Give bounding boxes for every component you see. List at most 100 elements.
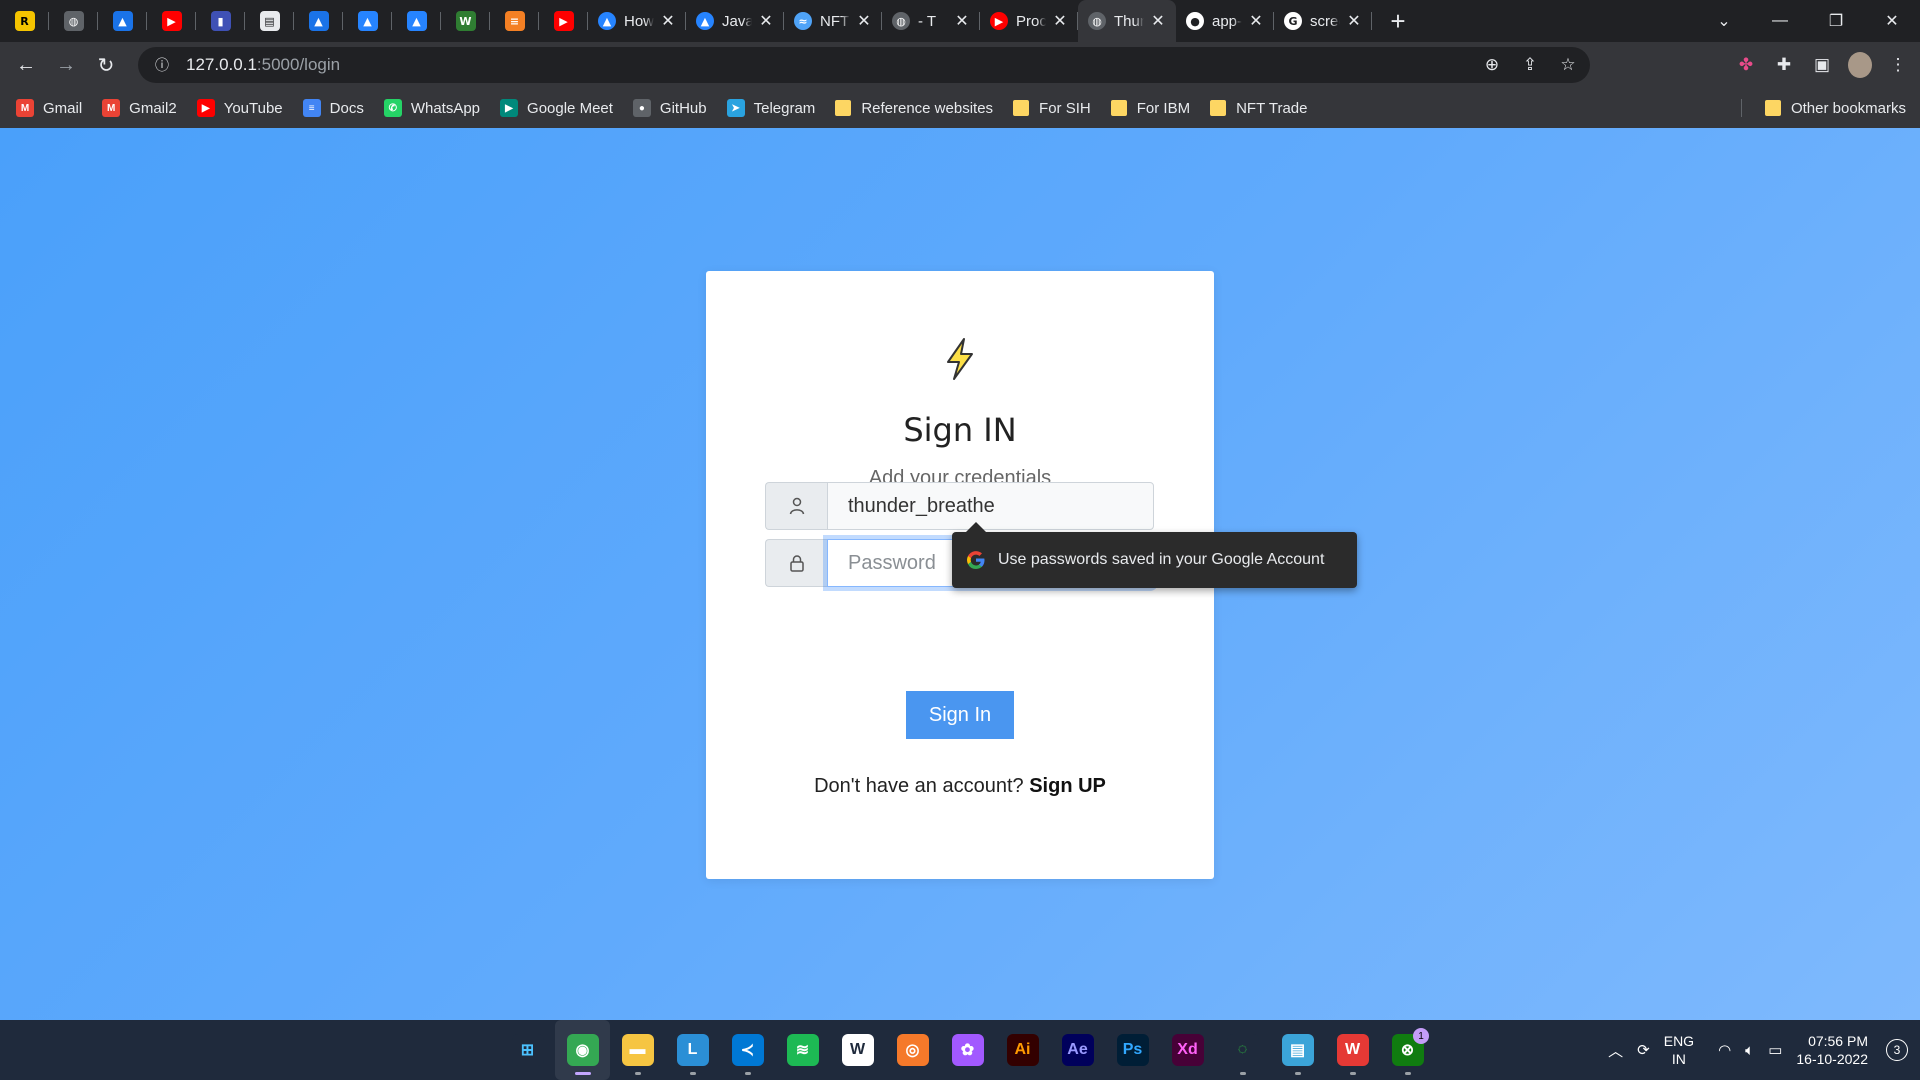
taskbar-app[interactable]: Ai [995, 1020, 1050, 1080]
pinned-tab[interactable]: ▲ [343, 0, 392, 42]
clock[interactable]: 07:56 PM 16-10-2022 [1796, 1032, 1868, 1068]
new-tab-button[interactable]: + [1380, 0, 1416, 42]
pinned-tab[interactable]: W [441, 0, 490, 42]
forward-button[interactable]: → [46, 45, 86, 85]
extension-icon[interactable]: ✤ [1734, 53, 1758, 77]
close-tab-icon[interactable]: ✕ [1248, 11, 1264, 31]
extensions-puzzle-icon[interactable]: ✚ [1772, 53, 1796, 77]
close-tab-icon[interactable]: ✕ [1150, 11, 1166, 31]
url-path: :5000/login [256, 55, 341, 74]
chart-icon: ▮ [210, 11, 231, 31]
taskbar-app[interactable]: W [830, 1020, 885, 1080]
other-bookmarks-folder[interactable]: Other bookmarks [1740, 88, 1906, 128]
menu-kebab-icon[interactable]: ⋮ [1886, 53, 1910, 77]
taskbar-app[interactable]: ▬ [610, 1020, 665, 1080]
pinned-tab[interactable]: ▲ [98, 0, 147, 42]
taskbar-app[interactable]: ◌ [1215, 1020, 1270, 1080]
taskbar-app[interactable]: Xd [1160, 1020, 1215, 1080]
chrome-icon: ◉ [566, 1034, 599, 1066]
pinned-tab[interactable]: ▶ [539, 0, 588, 42]
restore-button[interactable]: ❐ [1808, 0, 1864, 42]
profile-avatar[interactable] [1848, 52, 1872, 78]
browser-tab[interactable]: Gscreen ✕ [1274, 0, 1372, 42]
notification-count[interactable]: 3 [1886, 1039, 1908, 1061]
close-tab-icon[interactable]: ✕ [1052, 11, 1068, 31]
taskbar-app[interactable]: ◎ [885, 1020, 940, 1080]
bookmark-folder[interactable]: Reference websites [835, 100, 993, 117]
url-text[interactable]: 127.0.0.1:5000/login [186, 55, 340, 75]
browser-tab[interactable]: ▲ How to ✕ [588, 0, 686, 42]
bookmark-item[interactable]: ✆ WhatsApp [383, 99, 480, 117]
close-tab-icon[interactable]: ✕ [856, 11, 872, 31]
tab-title: How to [624, 12, 654, 30]
tab-title: screen [1310, 12, 1340, 30]
sign-in-button[interactable]: Sign In [906, 691, 1014, 739]
chevron-up-icon[interactable]: ︿ [1608, 1040, 1623, 1061]
pinned-tab[interactable]: ≡ [490, 0, 539, 42]
taskbar-app[interactable]: ⊗ 1 [1380, 1020, 1435, 1080]
address-bar[interactable]: ⓘ 127.0.0.1:5000/login ⊕ ⇪ ☆ [138, 47, 1590, 83]
browser-tab[interactable]: ▶ Procec ✕ [980, 0, 1078, 42]
browser-tab[interactable]: ≈ NFT Sa ✕ [784, 0, 882, 42]
close-tab-icon[interactable]: ✕ [660, 11, 676, 31]
taskbar-app[interactable]: ▤ [1270, 1020, 1325, 1080]
battery-icon[interactable]: ▭ [1768, 1041, 1782, 1059]
taskbar-app[interactable]: ✿ [940, 1020, 995, 1080]
window-controls: ⌄ — ❐ ✕ [1696, 0, 1920, 42]
sign-up-link[interactable]: Sign UP [1029, 775, 1106, 797]
bookmark-folder[interactable]: For SIH [1013, 100, 1091, 117]
bookmark-folder[interactable]: NFT Trade [1210, 100, 1308, 117]
pinned-tab[interactable]: ▮ [196, 0, 245, 42]
pinned-tab[interactable]: ◍ [49, 0, 98, 42]
bookmark-folder[interactable]: For IBM [1110, 100, 1190, 117]
browser-tab[interactable]: ▲ JavaSc ✕ [686, 0, 784, 42]
taskbar-app[interactable]: Ae [1050, 1020, 1105, 1080]
browser-tab[interactable]: ◍ Thund ✕ [1078, 0, 1176, 42]
taskbar-app[interactable]: W [1325, 1020, 1380, 1080]
password-manager-tooltip[interactable]: Use passwords saved in your Google Accou… [952, 522, 1357, 588]
bookmark-item[interactable]: ≡ Docs [302, 99, 364, 117]
tab-search-icon[interactable]: ⌄ [1696, 0, 1752, 42]
side-panel-icon[interactable]: ▣ [1810, 53, 1834, 77]
bookmark-star-icon[interactable]: ☆ [1556, 53, 1580, 77]
pinned-tab[interactable]: ▲ [294, 0, 343, 42]
bookmark-item[interactable]: ▶ YouTube [196, 99, 283, 117]
pinned-tab[interactable]: R [0, 0, 49, 42]
back-button[interactable]: ← [6, 45, 46, 85]
username-input[interactable] [827, 482, 1154, 530]
close-tab-icon[interactable]: ✕ [1346, 11, 1362, 31]
reload-button[interactable]: ↻ [86, 45, 126, 85]
taskbar-app[interactable]: ⊞ [500, 1020, 555, 1080]
zoom-icon[interactable]: ⊕ [1480, 53, 1504, 77]
minimize-button[interactable]: — [1752, 0, 1808, 42]
close-window-button[interactable]: ✕ [1864, 0, 1920, 42]
pinned-tab[interactable]: ▶ [147, 0, 196, 42]
taskbar-app[interactable]: Ps [1105, 1020, 1160, 1080]
volume-icon[interactable]: 🔈︎ [1745, 1042, 1754, 1059]
bookmark-item[interactable]: ▶ Google Meet [500, 99, 613, 117]
bookmark-item[interactable]: ➤ Telegram [726, 99, 815, 117]
site-info-icon[interactable]: ⓘ [150, 53, 174, 77]
close-tab-icon[interactable]: ✕ [954, 11, 970, 31]
atlassian-icon: ▲ [357, 11, 378, 31]
bookmark-item[interactable]: ● GitHub [632, 99, 707, 117]
pinned-tab[interactable]: ▲ [392, 0, 441, 42]
pinned-tab[interactable]: ▤ [245, 0, 294, 42]
close-tab-icon[interactable]: ✕ [758, 11, 774, 31]
wifi-icon[interactable]: ◠ [1718, 1041, 1731, 1059]
language-indicator[interactable]: ENG IN [1664, 1032, 1694, 1068]
lock-icon [765, 539, 827, 587]
browser-tab[interactable]: ◍ - T ✕ [882, 0, 980, 42]
loader-icon: ◌ [1226, 1034, 1259, 1066]
browser-tab[interactable]: ● app-g ✕ [1176, 0, 1274, 42]
taskbar-app[interactable]: ◉ [555, 1020, 610, 1080]
share-icon[interactable]: ⇪ [1518, 53, 1542, 77]
app-badge: 1 [1413, 1028, 1429, 1044]
taskbar-app[interactable]: ≋ [775, 1020, 830, 1080]
bookmark-item[interactable]: M Gmail [16, 99, 82, 117]
taskbar-app[interactable]: ≺ [720, 1020, 775, 1080]
taskbar-app[interactable]: L [665, 1020, 720, 1080]
bookmark-item[interactable]: M Gmail2 [102, 99, 177, 117]
sync-icon[interactable]: ⟳ [1637, 1041, 1650, 1059]
tab-title: Procec [1016, 12, 1046, 30]
